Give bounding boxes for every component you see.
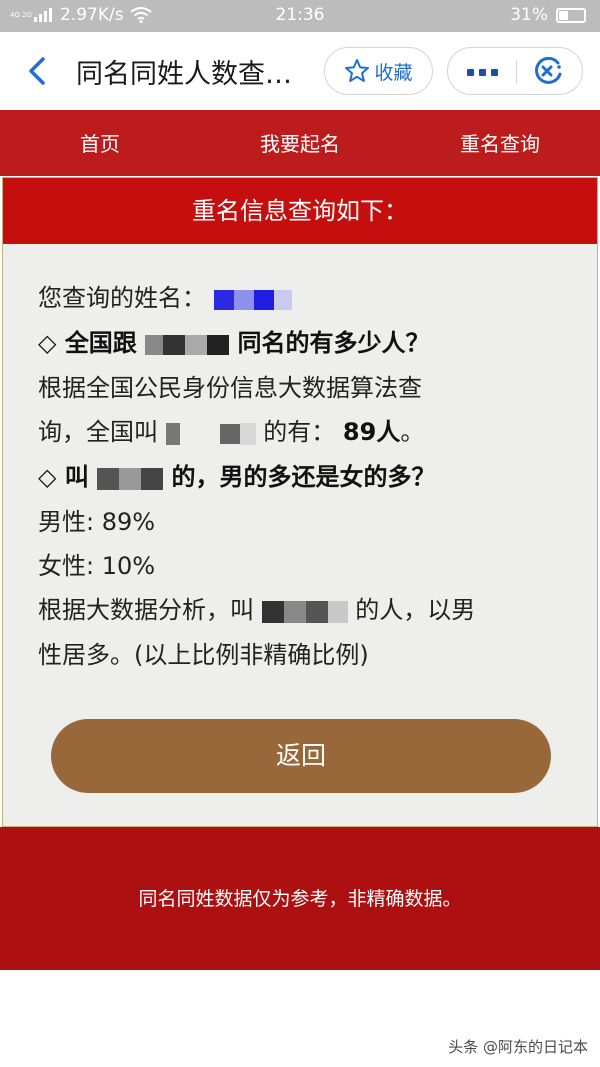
capsule-divider xyxy=(516,60,517,84)
app-header: 同名同姓人数查… 收藏 xyxy=(0,32,600,110)
result-body: 您查询的姓名： ◇ 全国跟 同名的有多少人？ 根据全国公民身份信息大数据算法查 … xyxy=(38,276,558,677)
favorite-label: 收藏 xyxy=(374,61,413,84)
redacted-name xyxy=(145,322,230,366)
answer-one-prefix: 询，全国叫 xyxy=(38,418,158,446)
battery-icon xyxy=(556,7,586,23)
more-icon[interactable] xyxy=(462,59,502,85)
status-right: 31% xyxy=(510,5,586,25)
nav-bar: 首页 我要起名 重名查询 xyxy=(0,110,600,176)
footer: 同名同姓数据仅为参考，非精确数据。 xyxy=(0,827,600,970)
redacted-name xyxy=(97,456,164,500)
answer-one-line2: 询，全国叫 的有： 89人。 xyxy=(38,410,558,455)
nav-item-home[interactable]: 首页 xyxy=(30,128,170,157)
query-line: 您查询的姓名： xyxy=(38,276,558,321)
analysis-line2: 性居多。(以上比例非精确比例) xyxy=(38,641,369,669)
question-one-prefix: ◇ 全国跟 xyxy=(38,329,137,357)
battery-percent: 31% xyxy=(510,5,548,25)
answer-one-suffix: 的有： xyxy=(263,418,336,446)
question-two-prefix: ◇ 叫 xyxy=(38,463,89,491)
nav-item-naming[interactable]: 我要起名 xyxy=(230,128,370,157)
panel-heading: 重名信息查询如下： xyxy=(3,178,597,244)
male-ratio: 男性: 89% xyxy=(38,508,156,536)
result-panel: 重名信息查询如下： 您查询的姓名： ◇ 全国跟 同名的有多少人？ 根据全国公民身… xyxy=(2,177,598,827)
question-two: ◇ 叫 的，男的多还是女的多？ xyxy=(38,455,558,500)
nav-item-duplicate-search[interactable]: 重名查询 xyxy=(430,128,570,157)
analysis-line1: 根据大数据分析，叫 的人，以男 xyxy=(38,588,558,633)
watermark: 头条 @阿东的日记本 xyxy=(448,1038,588,1056)
question-one-suffix: 同名的有多少人？ xyxy=(237,329,430,357)
redacted-name xyxy=(165,411,256,455)
redacted-name xyxy=(261,589,348,633)
footer-disclaimer: 同名同姓数据仅为参考，非精确数据。 xyxy=(138,888,462,910)
mini-program-capsule xyxy=(447,47,583,95)
back-icon[interactable] xyxy=(22,54,54,88)
answer-one-line1: 根据全国公民身份信息大数据算法查 xyxy=(38,374,422,402)
star-icon xyxy=(345,59,370,82)
page-title: 同名同姓人数查… xyxy=(76,59,292,90)
status-bar: 4G 2G 2.97K/s 21:36 31% xyxy=(0,0,600,32)
name-count: 89人 xyxy=(342,418,401,446)
redacted-name xyxy=(213,277,292,321)
analysis-suffix: 的人，以男 xyxy=(355,596,476,624)
favorite-button[interactable]: 收藏 xyxy=(324,47,433,95)
analysis-prefix: 根据大数据分析，叫 xyxy=(38,596,254,624)
return-button[interactable]: 返回 xyxy=(51,719,551,793)
query-label: 您查询的姓名： xyxy=(38,284,206,312)
close-icon[interactable] xyxy=(532,57,564,87)
question-two-suffix: 的，男的多还是女的多？ xyxy=(171,463,436,491)
question-one: ◇ 全国跟 同名的有多少人？ xyxy=(38,321,558,366)
female-ratio: 女性: 10% xyxy=(38,552,156,580)
